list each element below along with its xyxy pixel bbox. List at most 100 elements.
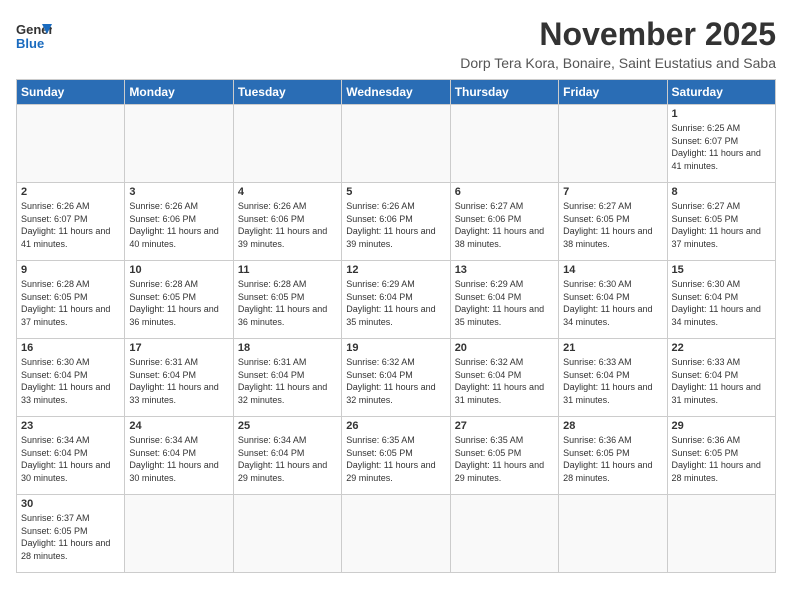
day-info: Sunrise: 6:34 AM Sunset: 6:04 PM Dayligh…: [129, 434, 228, 484]
weekday-header-wednesday: Wednesday: [342, 80, 450, 105]
day-info: Sunrise: 6:33 AM Sunset: 6:04 PM Dayligh…: [563, 356, 662, 406]
calendar-cell: 25Sunrise: 6:34 AM Sunset: 6:04 PM Dayli…: [233, 417, 341, 495]
calendar-title: November 2025: [460, 16, 776, 53]
calendar-cell: [559, 105, 667, 183]
calendar-cell: 6Sunrise: 6:27 AM Sunset: 6:06 PM Daylig…: [450, 183, 558, 261]
weekday-header-sunday: Sunday: [17, 80, 125, 105]
calendar-cell: 23 Sunrise: 6:34 AM Sunset: 6:04 PM Dayli…: [17, 417, 125, 495]
day-number: 4: [238, 186, 337, 198]
calendar-cell: 29 Sunrise: 6:36 AM Sunset: 6:05 PM Dayli…: [667, 417, 775, 495]
day-number: 3: [129, 186, 228, 198]
calendar-cell: 27 Sunrise: 6:35 AM Sunset: 6:05 PM Dayli…: [450, 417, 558, 495]
day-number: 30: [21, 498, 120, 510]
day-number: 29: [672, 420, 771, 432]
day-info: Sunrise: 6:26 AM Sunset: 6:06 PM Dayligh…: [129, 200, 228, 250]
calendar-cell: 20 Sunrise: 6:32 AM Sunset: 6:04 PM Dayli…: [450, 339, 558, 417]
calendar-cell: 17 Sunrise: 6:31 AM Sunset: 6:04 PM Dayli…: [125, 339, 233, 417]
day-info: Sunrise: 6:36 AM Sunset: 6:05 PM Dayligh…: [672, 434, 771, 484]
calendar-cell: [450, 105, 558, 183]
day-number: 13: [455, 264, 554, 276]
day-number: 24: [129, 420, 228, 432]
day-number: 2: [21, 186, 120, 198]
day-number: 16: [21, 342, 120, 354]
calendar-cell: 4Sunrise: 6:26 AM Sunset: 6:06 PM Daylig…: [233, 183, 341, 261]
calendar-cell: 8 Sunrise: 6:27 AM Sunset: 6:05 PM Daylig…: [667, 183, 775, 261]
weekday-header-saturday: Saturday: [667, 80, 775, 105]
day-info: Sunrise: 6:28 AM Sunset: 6:05 PM Dayligh…: [129, 278, 228, 328]
calendar-cell: 14 Sunrise: 6:30 AM Sunset: 6:04 PM Dayli…: [559, 261, 667, 339]
calendar-cell: [559, 495, 667, 573]
calendar-cell: 10Sunrise: 6:28 AM Sunset: 6:05 PM Dayli…: [125, 261, 233, 339]
day-number: 27: [455, 420, 554, 432]
calendar-cell: 15 Sunrise: 6:30 AM Sunset: 6:04 PM Dayli…: [667, 261, 775, 339]
calendar-cell: [125, 105, 233, 183]
calendar-cell: 30 Sunrise: 6:37 AM Sunset: 6:05 PM Dayli…: [17, 495, 125, 573]
day-info: Sunrise: 6:30 AM Sunset: 6:04 PM Dayligh…: [672, 278, 771, 328]
calendar-cell: 16 Sunrise: 6:30 AM Sunset: 6:04 PM Dayli…: [17, 339, 125, 417]
day-info: Sunrise: 6:30 AM Sunset: 6:04 PM Dayligh…: [21, 356, 120, 406]
calendar-cell: 1 Sunrise: 6:25 AM Sunset: 6:07 PM Daylig…: [667, 105, 775, 183]
calendar-cell: 19 Sunrise: 6:32 AM Sunset: 6:04 PM Dayli…: [342, 339, 450, 417]
day-info: Sunrise: 6:29 AM Sunset: 6:04 PM Dayligh…: [455, 278, 554, 328]
day-number: 28: [563, 420, 662, 432]
day-info: Sunrise: 6:33 AM Sunset: 6:04 PM Dayligh…: [672, 356, 771, 406]
day-info: Sunrise: 6:27 AM Sunset: 6:05 PM Dayligh…: [672, 200, 771, 250]
day-info: Sunrise: 6:35 AM Sunset: 6:05 PM Dayligh…: [455, 434, 554, 484]
weekday-header-monday: Monday: [125, 80, 233, 105]
logo: General Blue: [16, 16, 52, 52]
calendar-cell: [342, 105, 450, 183]
day-number: 1: [672, 108, 771, 120]
calendar-subtitle: Dorp Tera Kora, Bonaire, Saint Eustatius…: [460, 55, 776, 71]
day-info: Sunrise: 6:34 AM Sunset: 6:04 PM Dayligh…: [238, 434, 337, 484]
calendar-cell: [233, 495, 341, 573]
day-info: Sunrise: 6:31 AM Sunset: 6:04 PM Dayligh…: [129, 356, 228, 406]
day-info: Sunrise: 6:32 AM Sunset: 6:04 PM Dayligh…: [455, 356, 554, 406]
day-info: Sunrise: 6:36 AM Sunset: 6:05 PM Dayligh…: [563, 434, 662, 484]
weekday-header-thursday: Thursday: [450, 80, 558, 105]
calendar-cell: 21 Sunrise: 6:33 AM Sunset: 6:04 PM Dayli…: [559, 339, 667, 417]
day-number: 21: [563, 342, 662, 354]
calendar-cell: 3 Sunrise: 6:26 AM Sunset: 6:06 PM Daylig…: [125, 183, 233, 261]
day-info: Sunrise: 6:31 AM Sunset: 6:04 PM Dayligh…: [238, 356, 337, 406]
day-number: 23: [21, 420, 120, 432]
day-number: 14: [563, 264, 662, 276]
day-number: 19: [346, 342, 445, 354]
weekday-header-tuesday: Tuesday: [233, 80, 341, 105]
day-number: 11: [238, 264, 337, 276]
calendar-cell: [125, 495, 233, 573]
calendar-cell: 5 Sunrise: 6:26 AM Sunset: 6:06 PM Daylig…: [342, 183, 450, 261]
day-info: Sunrise: 6:30 AM Sunset: 6:04 PM Dayligh…: [563, 278, 662, 328]
day-info: Sunrise: 6:37 AM Sunset: 6:05 PM Dayligh…: [21, 512, 120, 562]
calendar-cell: 26Sunrise: 6:35 AM Sunset: 6:05 PM Dayli…: [342, 417, 450, 495]
day-info: Sunrise: 6:27 AM Sunset: 6:06 PM Dayligh…: [455, 200, 554, 250]
day-number: 18: [238, 342, 337, 354]
calendar-cell: [667, 495, 775, 573]
svg-text:Blue: Blue: [16, 36, 44, 51]
day-number: 17: [129, 342, 228, 354]
day-number: 22: [672, 342, 771, 354]
calendar-cell: 9Sunrise: 6:28 AM Sunset: 6:05 PM Daylig…: [17, 261, 125, 339]
day-number: 20: [455, 342, 554, 354]
day-info: Sunrise: 6:26 AM Sunset: 6:06 PM Dayligh…: [346, 200, 445, 250]
day-number: 8: [672, 186, 771, 198]
day-info: Sunrise: 6:32 AM Sunset: 6:04 PM Dayligh…: [346, 356, 445, 406]
day-info: Sunrise: 6:34 AM Sunset: 6:04 PM Dayligh…: [21, 434, 120, 484]
logo-icon: General Blue: [16, 16, 52, 52]
calendar-cell: 24 Sunrise: 6:34 AM Sunset: 6:04 PM Dayli…: [125, 417, 233, 495]
calendar-cell: 22 Sunrise: 6:33 AM Sunset: 6:04 PM Dayli…: [667, 339, 775, 417]
calendar-cell: 2 Sunrise: 6:26 AM Sunset: 6:07 PM Daylig…: [17, 183, 125, 261]
day-info: Sunrise: 6:26 AM Sunset: 6:07 PM Dayligh…: [21, 200, 120, 250]
calendar-cell: 12 Sunrise: 6:29 AM Sunset: 6:04 PM Dayli…: [342, 261, 450, 339]
calendar-cell: 11Sunrise: 6:28 AM Sunset: 6:05 PM Dayli…: [233, 261, 341, 339]
calendar-cell: 7Sunrise: 6:27 AM Sunset: 6:05 PM Daylig…: [559, 183, 667, 261]
day-info: Sunrise: 6:29 AM Sunset: 6:04 PM Dayligh…: [346, 278, 445, 328]
day-number: 7: [563, 186, 662, 198]
day-number: 15: [672, 264, 771, 276]
day-number: 12: [346, 264, 445, 276]
calendar-cell: 28 Sunrise: 6:36 AM Sunset: 6:05 PM Dayli…: [559, 417, 667, 495]
title-section: November 2025 Dorp Tera Kora, Bonaire, S…: [460, 16, 776, 71]
weekday-header-friday: Friday: [559, 80, 667, 105]
day-number: 5: [346, 186, 445, 198]
calendar-cell: [233, 105, 341, 183]
day-info: Sunrise: 6:25 AM Sunset: 6:07 PM Dayligh…: [672, 122, 771, 172]
